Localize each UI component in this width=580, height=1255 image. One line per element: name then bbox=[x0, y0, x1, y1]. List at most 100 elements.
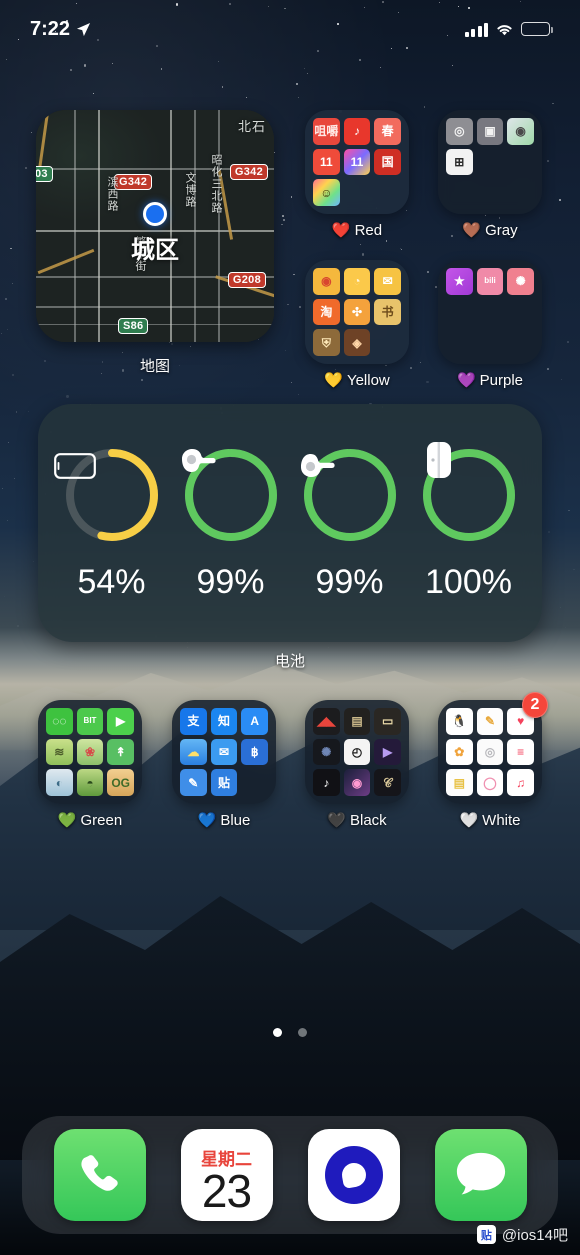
battery-widget[interactable]: 54% 99% 99% 100% bbox=[38, 404, 542, 642]
voice-memos-app-icon[interactable]: ◢◣ bbox=[313, 708, 340, 735]
phone-app-icon[interactable] bbox=[53, 1129, 146, 1221]
folder-white[interactable]: 🐧 ✎ ♥ ✿ ◎ ≡ ▤ ◯ ♫ 2 🤍 White bbox=[438, 692, 548, 829]
folder-red-preview-grid: 咀嚼 ♪ 春 11 11 国 ☺ bbox=[313, 118, 401, 206]
camera-app-icon[interactable]: ▣ bbox=[476, 118, 504, 145]
podcasts-dark-app-icon[interactable]: ▤ bbox=[343, 708, 371, 735]
guo-app-icon[interactable]: 国 bbox=[374, 148, 401, 176]
mushroom-game-app-icon[interactable]: ❀ bbox=[76, 738, 104, 766]
notes-pen-app-icon[interactable]: ✎ bbox=[180, 769, 207, 796]
app-store-icon[interactable]: A bbox=[241, 708, 268, 735]
settings-ring-icon[interactable]: ◎ bbox=[476, 738, 504, 766]
music-app-icon[interactable]: ♫ bbox=[507, 769, 534, 796]
folder-black-label: 🖤 Black bbox=[327, 811, 387, 830]
idea-lamp-app-icon[interactable]: ◔ bbox=[343, 268, 371, 295]
folder-black-tile[interactable]: ◢◣ ▤ ▭ ✺ ◴ ▶ ♪ ◉ 𝒞 bbox=[305, 700, 409, 804]
folder-red-tile[interactable]: 咀嚼 ♪ 春 11 11 国 ☺ bbox=[305, 110, 409, 214]
rpg-game-app-icon[interactable]: ◈ bbox=[343, 329, 371, 356]
taobao-red-icon[interactable]: 11 bbox=[313, 148, 340, 176]
status-bar-time: 7:22 bbox=[30, 17, 71, 40]
folder-red[interactable]: 咀嚼 ♪ 春 11 11 国 ☺ ❤️ Red bbox=[305, 110, 409, 239]
bit-app-icon[interactable]: BIT bbox=[76, 708, 104, 735]
wifi-icon bbox=[497, 24, 512, 35]
map-green-app-icon[interactable]: ◓ bbox=[76, 769, 104, 796]
red-gift-app-icon[interactable]: 春 bbox=[374, 118, 401, 145]
video-player-app-icon[interactable]: ▶ bbox=[374, 738, 401, 766]
bird-game-app-icon[interactable]: ✣ bbox=[343, 298, 371, 326]
folder-yellow[interactable]: ◉ ◔ ✉ 淘 ✣ 书 ⛨ ◈ 💛 Yellow bbox=[305, 260, 409, 389]
bilibili-app-icon[interactable]: bili bbox=[476, 268, 504, 295]
folder-yellow-label: 💛 Yellow bbox=[324, 371, 390, 390]
phone-handset-icon bbox=[80, 1155, 118, 1191]
tree-app-icon[interactable]: ↟ bbox=[107, 738, 134, 766]
find-my-app-icon[interactable]: ◉ bbox=[507, 118, 534, 145]
alipay-app-icon[interactable]: 支 bbox=[180, 708, 207, 735]
folder-green[interactable]: ◌◌ BIT ▶ ≋ ❀ ↟ ◐ ◓ OG 💚 Green bbox=[38, 700, 142, 829]
compass-app-icon[interactable]: ◎ bbox=[446, 118, 473, 145]
folder-gray[interactable]: ◎ ▣ ◉ ⊞ 🤎 Gray bbox=[438, 110, 542, 239]
pink-flower-app-icon[interactable]: ✺ bbox=[507, 268, 534, 295]
folder-gray-tile[interactable]: ◎ ▣ ◉ ⊞ bbox=[438, 110, 542, 214]
browser-app-icon[interactable] bbox=[307, 1129, 400, 1221]
rainbow-emoji-app-icon[interactable]: ☺ bbox=[313, 179, 340, 206]
weibo-app-icon[interactable]: ◉ bbox=[313, 268, 340, 295]
watermark: 贴 @ios14吧 bbox=[476, 1224, 568, 1245]
folder-blue[interactable]: 支知 A ☁ ✉ ฿ ✎ 贴 💙 Blue bbox=[172, 700, 276, 829]
page-indicator[interactable] bbox=[0, 1028, 580, 1037]
puzzle-game-app-icon[interactable]: OG bbox=[107, 769, 134, 796]
red-text-app-icon[interactable]: 咀嚼 bbox=[313, 118, 340, 145]
zhihu-app-icon[interactable]: 知 bbox=[210, 708, 238, 735]
wallet-app-icon[interactable]: ▭ bbox=[374, 708, 401, 735]
clock-app-icon[interactable]: ◴ bbox=[343, 738, 371, 766]
folder-yellow-tile[interactable]: ◉ ◔ ✉ 淘 ✣ 书 ⛨ ◈ bbox=[305, 260, 409, 364]
map-shield-s86: S86 bbox=[118, 318, 149, 334]
page-dot-0[interactable] bbox=[273, 1028, 282, 1037]
dock: 星期二 23 bbox=[22, 1116, 558, 1234]
maps-widget[interactable]: 03 G342 G342 G208 S86 滨西路 文博路 昭化三北路 北石 繁… bbox=[36, 110, 274, 342]
netease-music-icon[interactable]: ♪ bbox=[343, 118, 371, 145]
folder-blue-tile[interactable]: 支知 A ☁ ✉ ฿ ✎ 贴 bbox=[172, 700, 276, 804]
keynote-app-icon[interactable]: ✎ bbox=[476, 708, 504, 735]
baidu-app-icon[interactable]: ฿ bbox=[241, 738, 268, 766]
folder-purple-tile[interactable]: ★ bili ✺ bbox=[438, 260, 542, 364]
strategy-game-app-icon[interactable]: ⛨ bbox=[313, 329, 340, 356]
photos-app-icon[interactable]: ✿ bbox=[446, 738, 473, 766]
page-dot-1[interactable] bbox=[298, 1028, 307, 1037]
map-street-label-3: 昭化三北路 bbox=[210, 154, 222, 214]
folder-black-preview-grid: ◢◣ ▤ ▭ ✺ ◴ ▶ ♪ ◉ 𝒞 bbox=[313, 708, 401, 796]
reminders-app-icon[interactable]: ≡ bbox=[507, 738, 534, 766]
calendar-app-icon[interactable]: 星期二 23 bbox=[180, 1129, 273, 1221]
qq-app-icon[interactable]: 🐧 bbox=[446, 708, 473, 735]
health-green-app-icon[interactable]: ◐ bbox=[46, 769, 73, 796]
green-landscape-app-icon[interactable]: ≋ bbox=[46, 738, 73, 766]
folder-black[interactable]: ◢◣ ▤ ▭ ✺ ◴ ▶ ♪ ◉ 𝒞 🖤 Black bbox=[305, 700, 409, 829]
weather-app-icon[interactable]: ☁ bbox=[180, 738, 207, 766]
messages-app-icon[interactable] bbox=[434, 1129, 527, 1221]
folder-gray-label: 🤎 Gray bbox=[462, 221, 518, 240]
tieba-app-icon[interactable]: 贴 bbox=[210, 769, 238, 796]
siri-dark-app-icon[interactable]: ◉ bbox=[343, 769, 371, 796]
taobao-app-icon[interactable]: 淘 bbox=[313, 298, 340, 326]
facetime-app-icon[interactable]: ▶ bbox=[107, 708, 134, 735]
battery-cell-2: 99% bbox=[295, 445, 405, 602]
folder-white-tile[interactable]: 🐧 ✎ ♥ ✿ ◎ ≡ ▤ ◯ ♫ 2 bbox=[438, 692, 548, 804]
mail-blue-app-icon[interactable]: ✉ bbox=[210, 738, 238, 766]
map-street-label-4: 北石 bbox=[237, 119, 266, 134]
dark-circle-app-icon[interactable]: 𝒞 bbox=[374, 769, 401, 796]
yellow-banner-app-icon[interactable]: 书 bbox=[374, 298, 401, 326]
folder-purple[interactable]: ★ bili ✺ 💜 Purple bbox=[438, 260, 542, 389]
browser-glyph-icon bbox=[324, 1146, 383, 1204]
pink-circle-app-icon[interactable]: ◯ bbox=[476, 769, 504, 796]
rainbow-eleven-icon[interactable]: 11 bbox=[343, 148, 371, 176]
folder-yellow-preview-grid: ◉ ◔ ✉ 淘 ✣ 书 ⛨ ◈ bbox=[313, 268, 401, 356]
airpod-left-icon bbox=[181, 445, 281, 545]
calculator-app-icon[interactable]: ⊞ bbox=[446, 148, 473, 176]
watermark-handle: @ios14吧 bbox=[501, 1227, 568, 1244]
douyin-app-icon[interactable]: ♪ bbox=[313, 769, 340, 796]
dark-sphere-app-icon[interactable]: ✺ bbox=[313, 738, 340, 766]
folder-green-tile[interactable]: ◌◌ BIT ▶ ≋ ❀ ↟ ◐ ◓ OG bbox=[38, 700, 142, 804]
mail-yellow-app-icon[interactable]: ✉ bbox=[374, 268, 401, 295]
purple-star-app-icon[interactable]: ★ bbox=[446, 268, 473, 295]
notes-app-icon[interactable]: ▤ bbox=[446, 769, 473, 796]
wechat-app-icon[interactable]: ◌◌ bbox=[46, 708, 73, 735]
battery-cell-0: 54% bbox=[53, 445, 167, 602]
